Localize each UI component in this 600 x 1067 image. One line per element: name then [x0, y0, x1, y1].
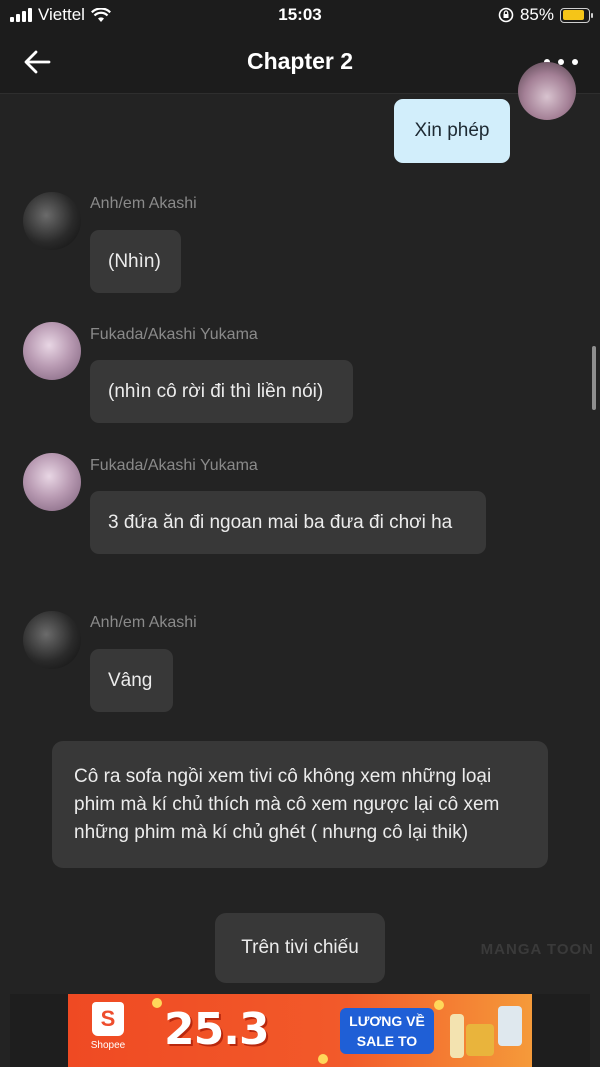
sender-name: Fukada/Akashi Yukama [90, 457, 258, 474]
sender-name: Anh/em Akashi [90, 195, 197, 212]
product-icon [466, 1024, 494, 1056]
page-title: Chapter 2 [246, 48, 354, 74]
message-bubble: (nhìn cô rời đi thì liền nói) [90, 360, 353, 423]
narration-bubble: Cô ra sofa ngồi xem tivi cô không xem nh… [52, 741, 548, 868]
message-bubble: Vâng [90, 649, 173, 712]
message-text: 3 đứa ăn đi ngoan mai ba đưa đi chơi ha [108, 511, 453, 533]
ad-banner[interactable]: S Shopee 25.3 LƯƠNG VỀ SALE TO [68, 994, 532, 1067]
my-avatar [518, 62, 576, 120]
center-message-bubble: Trên tivi chiếu [215, 913, 385, 983]
ad-promo-line: LƯƠNG VỀ [349, 1013, 425, 1029]
narration-line: phim mà kí chủ thích mà cô xem ngược lại… [74, 794, 500, 815]
shopee-bag-icon: S [92, 1002, 124, 1036]
narration-line: những phim mà kí chủ ghét ( nhưng cô lại… [74, 822, 469, 843]
narration-line: Cô ra sofa ngồi xem tivi cô không xem nh… [74, 766, 492, 787]
status-bar: Viettel 15:03 85% [0, 0, 600, 32]
top-nav-bar: Chapter 2 [0, 32, 600, 94]
sender-name: Fukada/Akashi Yukama [90, 326, 258, 343]
watermark: MANGA TOON [480, 941, 594, 958]
ad-headline: 25.3 [164, 1004, 270, 1055]
message-text: Trên tivi chiếu [241, 937, 359, 958]
ad-promo-badge: LƯƠNG VỀ SALE TO [340, 1008, 434, 1054]
message-text: Xin phép [414, 120, 490, 141]
ad-promo-line: SALE TO [356, 1033, 418, 1049]
message-text: (Nhìn) [108, 250, 161, 272]
avatar[interactable] [23, 192, 81, 250]
message-text: (nhìn cô rời đi thì liền nói) [108, 380, 324, 402]
product-icon [498, 1006, 522, 1046]
message-text: Vâng [108, 669, 153, 691]
orientation-lock-icon [498, 7, 514, 23]
ad-brand: Shopee [90, 1040, 126, 1051]
battery-icon [560, 7, 593, 23]
message-bubble: (Nhìn) [90, 230, 181, 293]
avatar[interactable] [23, 322, 81, 380]
avatar[interactable] [23, 611, 81, 669]
product-icon [450, 1014, 464, 1058]
my-message-bubble: Xin phép [394, 99, 510, 163]
scrollbar[interactable] [592, 346, 596, 410]
battery-percent: 85% [519, 5, 554, 24]
message-bubble: 3 đứa ăn đi ngoan mai ba đưa đi chơi ha [90, 491, 486, 554]
shopee-logo: S Shopee [80, 1002, 136, 1060]
sender-name: Anh/em Akashi [90, 614, 197, 631]
avatar[interactable] [23, 453, 81, 511]
